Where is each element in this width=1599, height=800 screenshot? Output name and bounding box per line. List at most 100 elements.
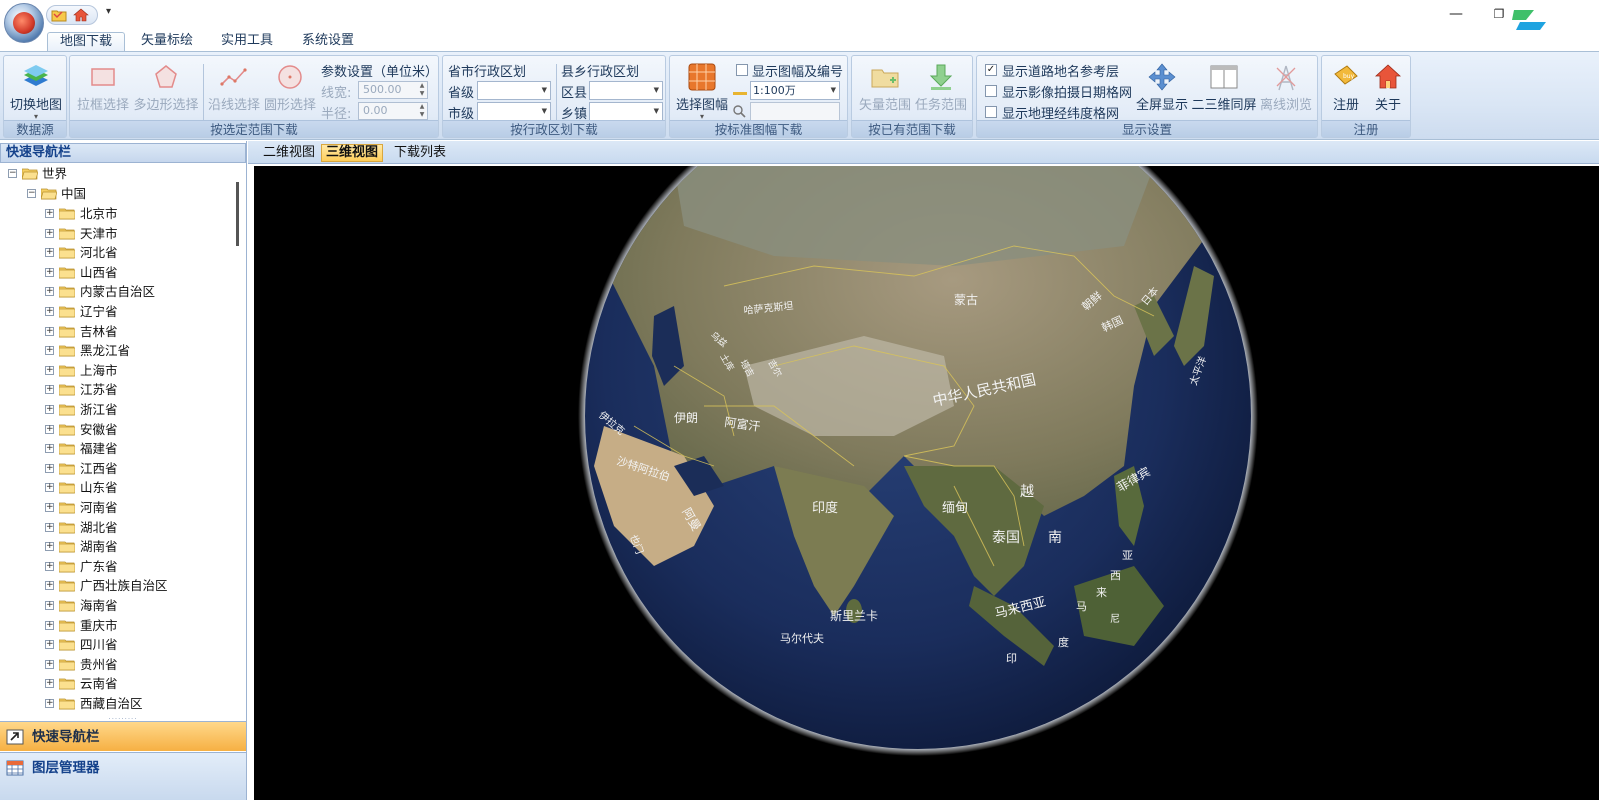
collapse-icon[interactable]: −: [8, 169, 17, 178]
switch-map-button[interactable]: 切换地图 ▾: [8, 60, 64, 121]
spin-arrows-icon[interactable]: ▲ ▼: [417, 82, 427, 98]
dropdown-arrow-icon: ▼: [541, 86, 547, 94]
province-select[interactable]: ▼: [477, 81, 551, 100]
group-admin-download: 省市行政区划 省级 ▼ 市级 ▼ 县乡行政区划 区县 ▼ 乡镇 ▼ 按行政区划下…: [442, 55, 666, 138]
tab-download-list[interactable]: 下载列表: [389, 144, 451, 162]
title-bar: ▾ — ❐: [0, 0, 1599, 30]
vector-range-button[interactable]: 矢量范围: [856, 60, 914, 120]
expand-icon[interactable]: +: [45, 365, 54, 375]
tab-system-settings[interactable]: 系统设置: [290, 32, 366, 52]
task-range-button[interactable]: 任务范围: [912, 60, 970, 120]
scrollbar-thumb[interactable]: [236, 182, 239, 246]
county-select[interactable]: ▼: [589, 81, 663, 100]
tab-2d-view[interactable]: 二维视图: [258, 144, 320, 162]
expand-icon[interactable]: +: [45, 326, 54, 336]
rect-select-label: 拉框选择: [76, 98, 129, 113]
expand-icon[interactable]: +: [45, 248, 54, 258]
expand-icon[interactable]: +: [45, 601, 54, 610]
expand-icon[interactable]: +: [45, 267, 54, 277]
tab-3d-view[interactable]: 三维视图: [321, 144, 384, 162]
folder-icon: [59, 698, 75, 710]
polygon-icon: [155, 65, 177, 88]
image-dates-checkbox[interactable]: [985, 85, 997, 97]
expand-icon[interactable]: +: [45, 287, 54, 297]
expand-icon[interactable]: +: [45, 405, 54, 414]
radius-input[interactable]: 0.00 ▲ ▼: [358, 102, 428, 120]
split-2d3d-button[interactable]: 二三维同屏: [1189, 60, 1259, 120]
circle-select-button[interactable]: 圆形选择: [262, 60, 318, 120]
grid-sheet-icon: [688, 63, 716, 91]
customize-toolbar-icon[interactable]: ▾: [106, 6, 111, 17]
dropdown-arrow-icon: ▼: [653, 86, 659, 94]
ribbon-body: 切换地图 ▾ 数据源 拉框选择 多边形选择 沿线选择 圆形选择 参数设置（单位米…: [0, 51, 1599, 140]
tab-vector-plotting[interactable]: 矢量标绘: [129, 32, 205, 52]
restore-icon[interactable]: ❐: [1489, 4, 1509, 24]
expand-icon[interactable]: +: [45, 503, 54, 512]
about-button[interactable]: 关于: [1366, 60, 1410, 120]
expand-icon[interactable]: +: [45, 385, 54, 395]
bottom-tab-quick-nav[interactable]: 快速导航栏: [0, 721, 246, 751]
app-menu-button[interactable]: [4, 3, 44, 43]
register-button[interactable]: buy 注册: [1324, 60, 1368, 120]
road-names-checkbox[interactable]: ✓: [985, 64, 997, 76]
latlon-grid-checkbox[interactable]: [985, 106, 997, 118]
minimize-icon[interactable]: —: [1446, 4, 1466, 24]
circle-icon: [278, 65, 302, 89]
expand-icon[interactable]: +: [45, 542, 54, 552]
open-folder-icon[interactable]: [51, 8, 67, 22]
label-india: 印度: [812, 500, 838, 516]
folder-icon: [59, 287, 75, 298]
select-sheet-button[interactable]: 选择图幅 ▾: [672, 60, 732, 121]
tree-node-label: 浙江省: [80, 402, 118, 417]
tree-node-label: 内蒙古自治区: [80, 284, 156, 300]
scale-value: 1:100万: [753, 84, 796, 97]
group-range-download: 拉框选择 多边形选择 沿线选择 圆形选择 参数设置（单位米） 线宽: 500.0…: [69, 55, 439, 138]
expand-icon[interactable]: +: [45, 659, 54, 669]
expand-icon[interactable]: +: [45, 483, 54, 493]
line-width-input[interactable]: 500.00 ▲ ▼: [358, 81, 428, 99]
tree-node-label: 安徽省: [80, 421, 118, 437]
globe-3d-view[interactable]: 中华人民共和国 蒙古 哈萨克斯坦 印度 缅甸 泰国 越 南 马来西亚 菲律宾 朝…: [254, 166, 1599, 800]
layers-map-icon: [24, 65, 48, 86]
group-display-settings: ✓ 显示道路地名参考层 显示影像拍摄日期格网 显示地理经纬度格网 全屏显示 二三…: [976, 55, 1318, 138]
home-icon[interactable]: [73, 8, 89, 22]
rect-select-button[interactable]: 拉框选择: [74, 60, 132, 120]
offline-browse-button[interactable]: 离线浏览: [1257, 60, 1315, 120]
folder-icon: [59, 463, 75, 475]
expand-icon[interactable]: +: [45, 209, 54, 218]
expand-icon[interactable]: +: [45, 463, 54, 473]
polygon-select-button[interactable]: 多边形选择: [132, 60, 200, 120]
expand-icon[interactable]: +: [45, 228, 54, 238]
tab-utilities[interactable]: 实用工具: [209, 32, 285, 52]
tab-map-download[interactable]: 地图下载: [47, 32, 126, 52]
globe-canvas[interactable]: 中华人民共和国 蒙古 哈萨克斯坦 印度 缅甸 泰国 越 南 马来西亚 菲律宾 朝…: [254, 166, 1599, 800]
town-select[interactable]: ▼: [589, 102, 663, 121]
separator: [556, 64, 557, 120]
spin-arrows-icon[interactable]: ▲ ▼: [417, 103, 427, 119]
expand-icon[interactable]: +: [45, 679, 54, 689]
tree-node-label: 中国: [61, 186, 87, 201]
scale-select[interactable]: 1:100万 ▼: [750, 81, 840, 100]
expand-icon[interactable]: +: [45, 640, 54, 650]
expand-icon[interactable]: +: [45, 307, 54, 316]
expand-icon[interactable]: +: [45, 581, 54, 591]
tree-node-label: 吉林省: [80, 323, 118, 339]
sheet-number-input[interactable]: [750, 102, 840, 121]
expand-icon[interactable]: +: [45, 346, 54, 356]
tree-scrollbar[interactable]: [233, 164, 245, 716]
collapse-icon[interactable]: −: [27, 189, 36, 198]
show-sheet-checkbox[interactable]: [736, 64, 748, 76]
label-mongolia: 蒙古: [954, 292, 978, 307]
expand-icon[interactable]: +: [45, 561, 54, 571]
expand-icon[interactable]: +: [45, 444, 54, 454]
download-arrow-icon: [929, 64, 953, 90]
bottom-tab-layer-manager[interactable]: 图层管理器: [0, 752, 246, 800]
line-select-button[interactable]: 沿线选择: [206, 60, 262, 120]
expand-icon[interactable]: +: [45, 522, 54, 532]
city-select[interactable]: ▼: [477, 102, 551, 121]
expand-icon[interactable]: +: [45, 699, 54, 708]
expand-icon[interactable]: +: [45, 620, 54, 630]
folder-icon: [59, 208, 75, 220]
fullscreen-button[interactable]: 全屏显示: [1134, 60, 1190, 120]
expand-icon[interactable]: +: [45, 424, 54, 434]
